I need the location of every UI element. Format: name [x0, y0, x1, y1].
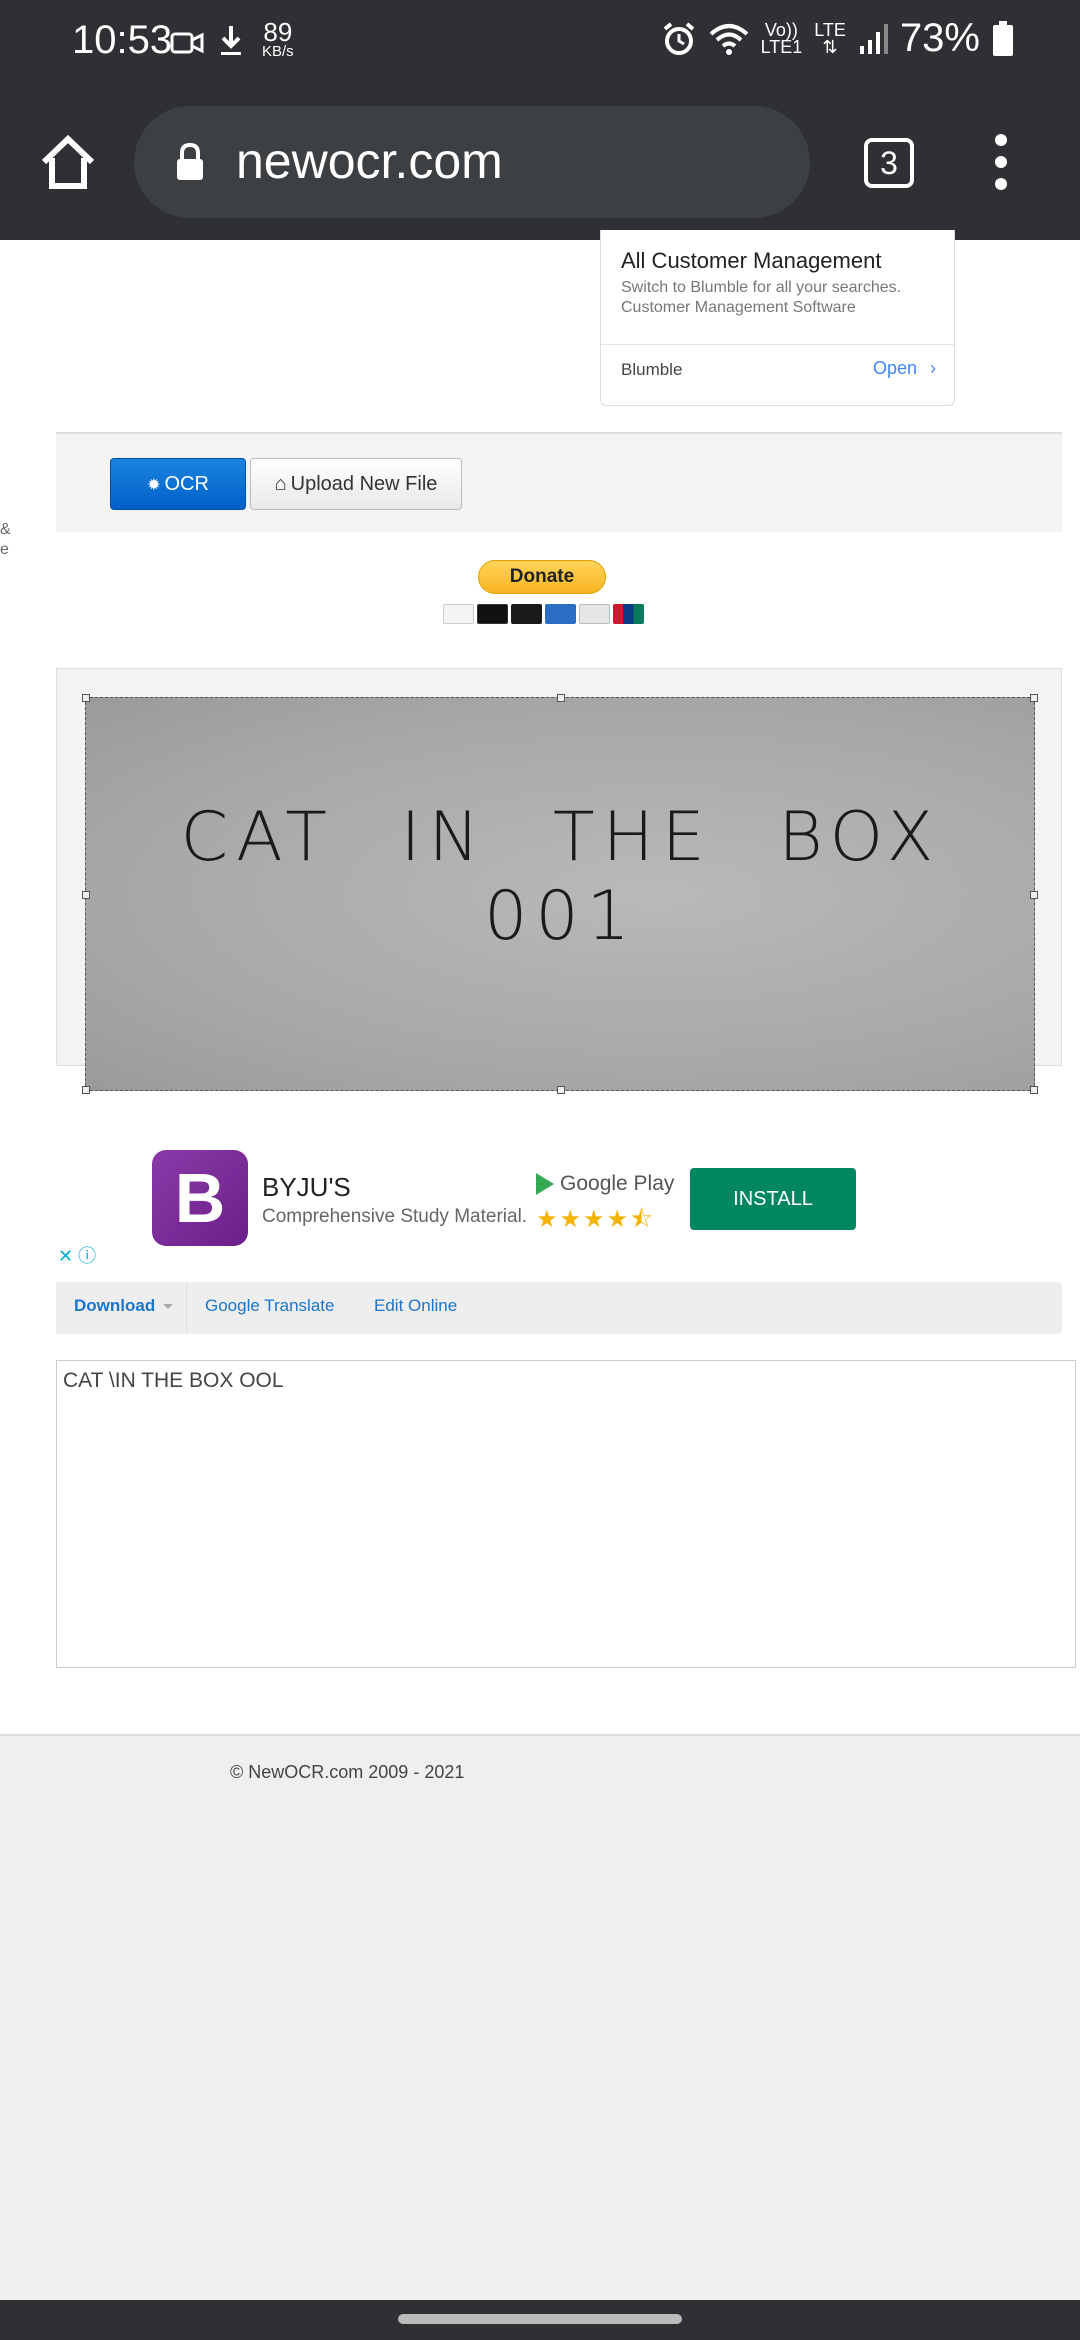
alarm-icon — [663, 21, 694, 55]
app-install-ad[interactable]: B BYJU'S Comprehensive Study Material. G… — [0, 1142, 1080, 1262]
ad-open-link[interactable]: Open › — [873, 358, 936, 379]
ad-app-name: BYJU'S — [262, 1172, 351, 1202]
result-actions-bar: Download Google Translate Edit Online — [56, 1282, 1062, 1334]
status-bar: 10:53 89 KB/s Vo)) LTE1 LTE ⇅ 73% — [0, 0, 1080, 84]
crop-handle[interactable] — [1030, 694, 1038, 702]
divider — [186, 1282, 187, 1334]
crop-handle[interactable] — [557, 1086, 565, 1094]
ad-brand: Blumble — [621, 360, 683, 379]
image-preview-panel: CAT IN THE BOX 001 — [56, 668, 1062, 1094]
donate-button[interactable]: Donate — [478, 560, 606, 594]
install-button[interactable]: INSTALL — [690, 1168, 856, 1230]
google-play-badge: Google Play — [536, 1172, 674, 1196]
visa-card-icon — [443, 604, 474, 624]
crop-selection-area[interactable]: CAT IN THE BOX 001 — [82, 694, 1038, 1094]
copyright-text: © NewOCR.com 2009 - 2021 — [230, 1762, 465, 1782]
chevron-right-icon: › — [930, 358, 936, 378]
discover-icon — [579, 604, 610, 624]
ocr-button[interactable]: ✹ OCR — [110, 458, 246, 510]
google-translate-link[interactable]: Google Translate — [205, 1296, 334, 1316]
wifi-icon — [709, 23, 748, 55]
adchoices-icon[interactable]: ✕ ⓘ — [58, 1242, 96, 1268]
crop-handle[interactable] — [557, 694, 565, 702]
google-play-icon — [536, 1173, 554, 1196]
system-nav-bar — [0, 2300, 1080, 2340]
search-ad-card[interactable]: All Customer Management Switch to Blumbl… — [600, 230, 955, 406]
clipped-side-text: & e — [0, 521, 11, 558]
unionpay-icon — [613, 604, 644, 624]
maestro-icon — [511, 604, 542, 624]
ocr-result-textarea[interactable]: CAT \IN THE BOX OOL — [56, 1360, 1076, 1668]
crop-handle[interactable] — [82, 891, 90, 899]
url-text: newocr.com — [236, 133, 503, 189]
network-speed: 89 KB/s — [262, 17, 294, 60]
ocr-toolbar: ✹ OCR ⌂ Upload New File — [56, 432, 1062, 532]
ad-app-description: Comprehensive Study Material. — [262, 1206, 528, 1227]
crop-handle[interactable] — [1030, 1086, 1038, 1094]
byjus-logo: B — [152, 1150, 248, 1246]
home-gesture-handle[interactable] — [398, 2314, 682, 2324]
upload-new-file-button[interactable]: ⌂ Upload New File — [250, 458, 462, 510]
browser-toolbar: newocr.com 3 — [0, 84, 1080, 240]
status-time: 10:53 — [72, 18, 173, 62]
address-bar[interactable]: newocr.com — [134, 106, 810, 218]
more-menu-icon[interactable] — [990, 134, 1012, 190]
signal-icon — [859, 23, 888, 54]
home-icon[interactable] — [40, 134, 96, 190]
amex-icon — [545, 604, 576, 624]
lte-indicator: LTE ⇅ — [814, 19, 846, 57]
gear-icon: ✹ — [147, 477, 161, 494]
ad-description: Switch to Blumble for all your searches.… — [621, 279, 902, 316]
web-page: All Customer Management Switch to Blumbl… — [0, 230, 1080, 2300]
edit-online-link[interactable]: Edit Online — [374, 1296, 457, 1316]
download-dropdown[interactable]: Download — [74, 1296, 174, 1316]
ad-title: All Customer Management — [621, 248, 882, 273]
mastercard-icon — [477, 604, 508, 624]
crop-handle[interactable] — [82, 694, 90, 702]
ad-divider — [601, 344, 954, 345]
volte-indicator: Vo)) LTE1 — [760, 19, 803, 57]
crop-handle[interactable] — [82, 1086, 90, 1094]
handwritten-image-text: CAT IN THE BOX 001 — [180, 798, 942, 956]
video-icon — [170, 32, 204, 54]
battery-percent: 73% — [899, 16, 980, 60]
caret-down-icon — [163, 1304, 174, 1310]
lock-icon — [177, 142, 203, 180]
crop-handle[interactable] — [1030, 891, 1038, 899]
rating-stars: ★★★★⯪ — [536, 1206, 655, 1233]
home-icon: ⌂ — [274, 473, 287, 495]
battery-icon — [993, 20, 1013, 56]
payment-cards — [443, 604, 644, 624]
download-icon — [221, 26, 241, 55]
page-footer: © NewOCR.com 2009 - 2021 — [0, 1734, 1080, 2300]
tab-switcher-button[interactable]: 3 — [864, 138, 914, 188]
